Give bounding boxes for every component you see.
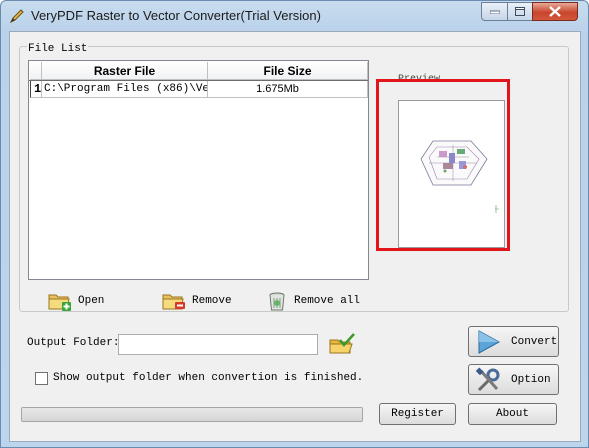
convert-button[interactable]: Convert	[468, 326, 559, 357]
row-index[interactable]: 1	[30, 81, 42, 98]
maximize-icon	[515, 7, 525, 16]
row-raster-file[interactable]: C:\Program Files (x86)\Ve…	[42, 81, 208, 98]
output-folder-input[interactable]	[118, 334, 318, 355]
remove-label: Remove	[192, 295, 232, 307]
remove-button[interactable]: Remove	[162, 290, 232, 312]
tools-icon	[475, 366, 500, 391]
play-arrow-icon	[478, 329, 501, 354]
option-label: Option	[511, 373, 551, 386]
window-title: VeryPDF Raster to Vector Converter(Trial…	[31, 8, 321, 23]
pencil-icon	[9, 8, 25, 24]
open-button[interactable]: Open	[48, 290, 104, 312]
about-button[interactable]: About	[468, 403, 557, 425]
folder-remove-icon	[162, 294, 185, 310]
minimize-icon	[489, 10, 500, 14]
trash-icon	[269, 292, 285, 311]
preview-highlight-frame	[376, 79, 510, 251]
register-button[interactable]: Register	[379, 403, 456, 425]
row-file-size[interactable]: 1.675Mb	[208, 81, 368, 98]
file-table[interactable]: Raster File File Size 1 C:\Program Files…	[28, 60, 369, 280]
browse-folder-button[interactable]	[328, 332, 356, 356]
maximize-button[interactable]	[507, 2, 533, 21]
option-button[interactable]: Option	[468, 364, 559, 395]
title-bar[interactable]: VeryPDF Raster to Vector Converter(Trial…	[1, 1, 588, 31]
show-output-folder-checkbox[interactable]	[35, 372, 48, 385]
close-button[interactable]	[532, 2, 578, 21]
conversion-progress-bar	[21, 407, 363, 422]
minimize-button[interactable]	[481, 2, 508, 21]
folder-check-icon	[329, 333, 355, 354]
show-output-folder-label: Show output folder when convertion is fi…	[53, 372, 364, 384]
open-label: Open	[78, 295, 105, 307]
column-header-raster-file[interactable]: Raster File	[42, 62, 208, 80]
remove-all-label: Remove all	[294, 295, 361, 307]
column-header-index[interactable]	[30, 62, 42, 80]
output-folder-label: Output Folder:	[27, 337, 120, 349]
close-icon	[549, 6, 561, 17]
convert-label: Convert	[511, 335, 558, 348]
column-header-file-size[interactable]: File Size	[208, 62, 368, 80]
folder-add-icon	[48, 294, 71, 311]
remove-all-button[interactable]: Remove all	[266, 290, 360, 312]
file-list-title: File List	[27, 43, 89, 55]
